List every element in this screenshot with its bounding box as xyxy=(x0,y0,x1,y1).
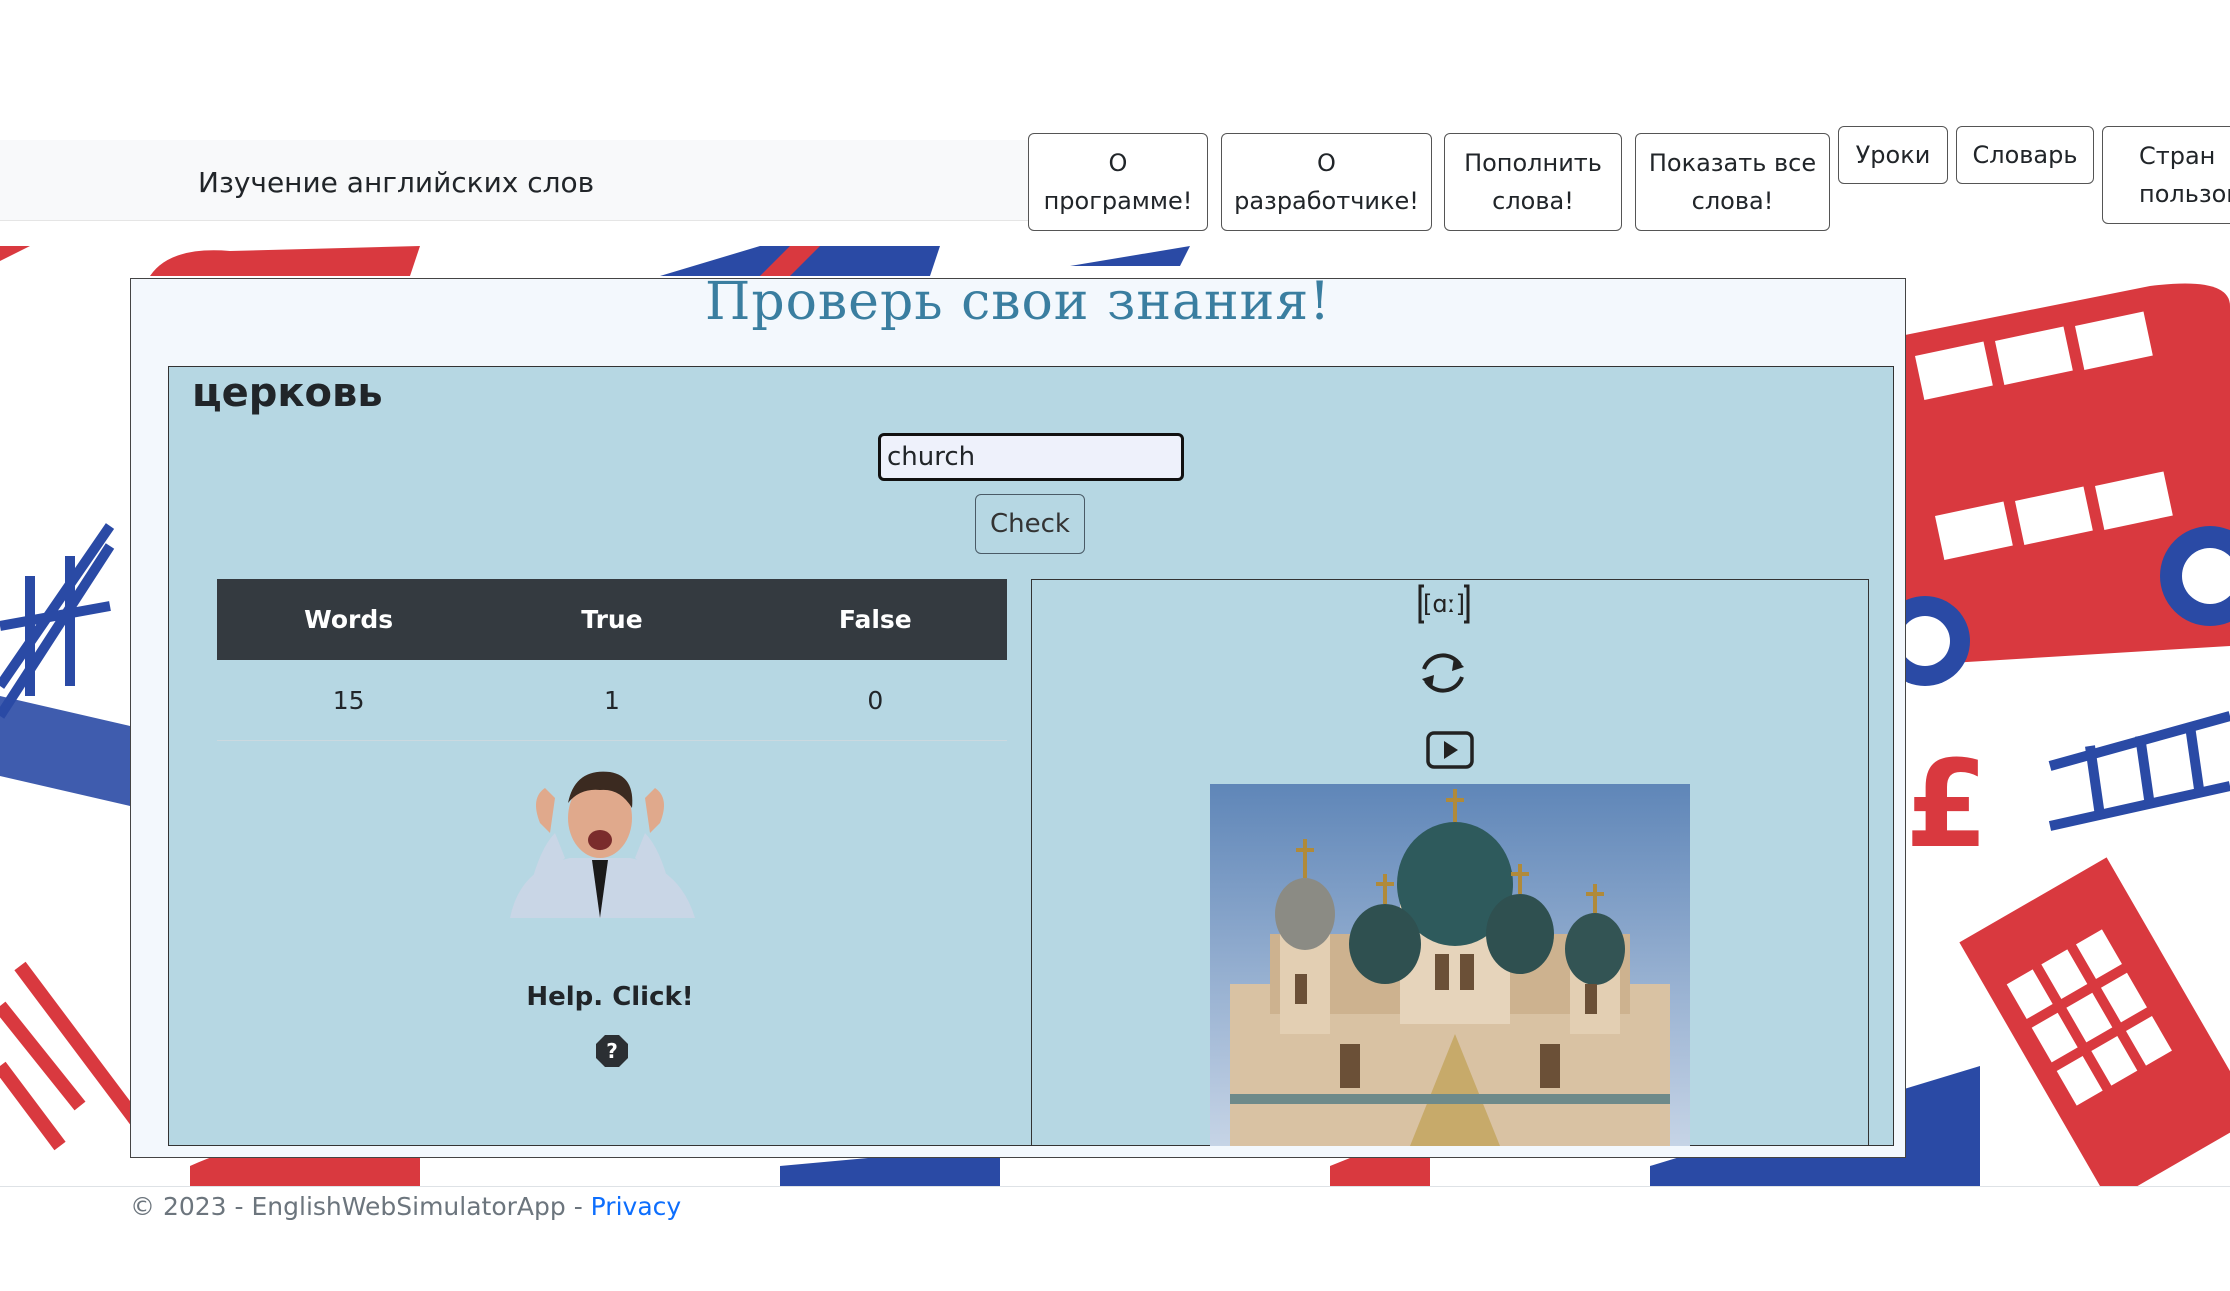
stats-words-count: 15 xyxy=(217,660,481,741)
help-icon[interactable]: ? xyxy=(595,1034,629,1068)
nav-lessons-label: Уроки xyxy=(1855,141,1931,169)
footer-copyright: © 2023 - EnglishWebSimulatorApp - xyxy=(130,1192,591,1221)
nav-about-developer-line1: О xyxy=(1317,149,1336,177)
stats-header-words: Words xyxy=(217,579,481,660)
footer: © 2023 - EnglishWebSimulatorApp - Privac… xyxy=(130,1192,681,1221)
page-title: Проверь свои знания! xyxy=(704,272,1332,332)
nav-about-program-line1: О xyxy=(1108,149,1128,177)
transcription-icon[interactable]: [ɑː] xyxy=(1416,582,1472,626)
stats-table: Words True False 15 1 0 xyxy=(217,579,1007,741)
nav-add-words-line2: слова! xyxy=(1492,187,1574,215)
nav-show-all-words-button[interactable]: Показать все слова! xyxy=(1635,133,1830,231)
privacy-link[interactable]: Privacy xyxy=(591,1192,682,1221)
nav-add-words-line1: Пополнить xyxy=(1464,149,1602,177)
nav-user-page-line1: Стран xyxy=(2139,142,2216,170)
nav-user-page-line2: пользов xyxy=(2139,180,2230,208)
nav-about-program-button[interactable]: О программе! xyxy=(1028,133,1208,231)
help-label: Help. Click! xyxy=(526,982,694,1012)
nav-show-all-words-line1: Показать все xyxy=(1648,149,1817,177)
footer-divider xyxy=(0,1186,2230,1187)
nav-about-developer-line2: разработчике! xyxy=(1234,187,1419,215)
play-icon[interactable] xyxy=(1425,730,1475,770)
check-button[interactable]: Check xyxy=(975,494,1085,554)
stats-true-count: 1 xyxy=(480,660,744,741)
stats-header-false: False xyxy=(743,579,1007,660)
nav-dictionary-label: Словарь xyxy=(1972,141,2078,169)
nav-lessons-button[interactable]: Уроки xyxy=(1838,126,1948,184)
nav-show-all-words-line2: слова! xyxy=(1691,187,1774,215)
celebration-image xyxy=(510,771,695,918)
nav-add-words-button[interactable]: Пополнить слова! xyxy=(1444,133,1622,231)
russian-word: церковь xyxy=(192,370,383,416)
church-photo xyxy=(1210,784,1690,1146)
nav-user-page-button[interactable]: Стран пользов xyxy=(2102,126,2230,224)
nav-dictionary-button[interactable]: Словарь xyxy=(1956,126,2094,184)
stats-false-count: 0 xyxy=(743,660,1007,741)
svg-text:£: £ xyxy=(1905,736,1989,875)
table-row: 15 1 0 xyxy=(217,660,1007,741)
answer-input[interactable] xyxy=(878,433,1184,481)
nav-about-program-line2: программе! xyxy=(1043,187,1193,215)
svg-text:[ɑː]: [ɑː] xyxy=(1423,590,1465,618)
nav-about-developer-button[interactable]: О разработчике! xyxy=(1221,133,1432,231)
svg-text:?: ? xyxy=(606,1039,618,1063)
stats-header-true: True xyxy=(480,579,744,660)
navbar-brand[interactable]: Изучение английских слов xyxy=(198,166,594,199)
refresh-icon[interactable] xyxy=(1414,647,1472,699)
